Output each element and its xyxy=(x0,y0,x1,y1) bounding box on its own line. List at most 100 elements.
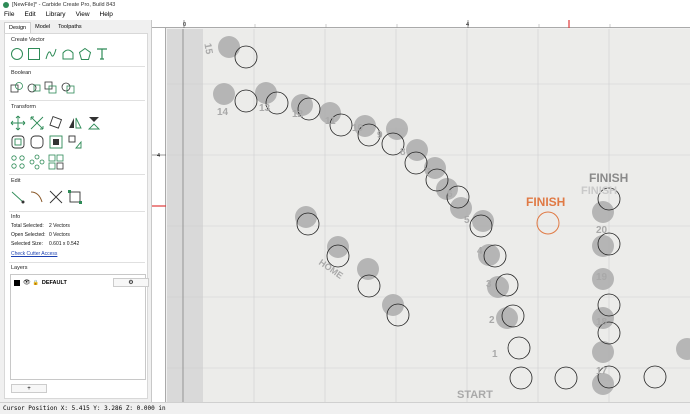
canvas-drawing: 15 14 13 12 11 10 9 8 7 6 5 4 3 2 1 20 1… xyxy=(167,29,690,402)
menu-help[interactable]: Help xyxy=(100,11,113,18)
circle-tool-icon[interactable] xyxy=(10,47,24,61)
curve-tool-icon[interactable] xyxy=(61,47,75,61)
track-number-9: 9 xyxy=(377,130,383,141)
scale-tool-icon[interactable] xyxy=(29,115,45,131)
track-number-13: 13 xyxy=(259,103,271,114)
track-number-2: 2 xyxy=(489,315,495,326)
track-number-7: 7 xyxy=(425,167,431,178)
join-tool-icon[interactable] xyxy=(67,189,83,205)
track-number-18: 18 xyxy=(596,317,608,328)
menu-bar: File Edit Library View Help xyxy=(0,9,690,20)
status-bar: Cursor Position X: 5.415 Y: 3.286 Z: 0.0… xyxy=(0,402,690,414)
transform-tools-row1 xyxy=(10,115,105,131)
smooth-tool-icon[interactable] xyxy=(29,189,45,205)
layer-settings-button[interactable]: ⚙ xyxy=(113,278,149,287)
layer-color-swatch[interactable] xyxy=(14,279,20,286)
finish-label-shadow: FINISH xyxy=(581,185,617,197)
design-canvas[interactable]: 15 14 13 12 11 10 9 8 7 6 5 4 3 2 1 20 1… xyxy=(167,29,690,402)
track-number-5: 5 xyxy=(464,215,470,226)
mirror-v-tool-icon[interactable] xyxy=(86,115,102,131)
total-selected-label: Total Selected: xyxy=(11,223,44,229)
menu-library[interactable]: Library xyxy=(46,11,66,18)
track-number-4: 4 xyxy=(477,246,483,257)
title-bar: [NewFile]* - Carbide Create Pro, Build 8… xyxy=(0,0,690,9)
boolean-tools xyxy=(10,81,78,95)
lock-icon[interactable]: 🔒 xyxy=(33,280,39,286)
offset-tool-icon[interactable] xyxy=(10,134,26,150)
trim-tool-icon[interactable] xyxy=(67,134,83,150)
track-number-11: 11 xyxy=(325,116,336,127)
create-vector-tools xyxy=(10,47,112,61)
text-tool-icon[interactable] xyxy=(95,47,109,61)
finish-label-engraved: FINISH xyxy=(589,171,628,185)
edit-tools xyxy=(10,189,86,205)
node-edit-tool-icon[interactable] xyxy=(10,189,26,205)
tab-toolpaths[interactable]: Toolpaths xyxy=(54,22,86,33)
track-number-12: 12 xyxy=(292,109,304,120)
track-number-3: 3 xyxy=(486,279,492,290)
ruler-left-label-4: 4 xyxy=(157,153,160,159)
layer-row-default[interactable]: 👁 🔒 DEFAULT ⚙ xyxy=(14,278,149,287)
array-tool-icon[interactable] xyxy=(10,154,26,170)
weld-tool-icon[interactable] xyxy=(61,81,75,95)
gear-icon: ⚙ xyxy=(128,280,134,286)
section-transform: Transform xyxy=(11,104,36,110)
section-layers: Layers xyxy=(11,265,28,271)
rotate-tool-icon[interactable] xyxy=(48,115,64,131)
cursor-position: Cursor Position X: 5.415 Y: 3.286 Z: 0.0… xyxy=(3,405,166,412)
track-number-1: 1 xyxy=(492,349,498,360)
finish-label-vector[interactable]: FINISH xyxy=(526,195,565,209)
menu-view[interactable]: View xyxy=(76,11,90,18)
track-number-20: 20 xyxy=(596,225,608,236)
total-selected-value: 2 Vectors xyxy=(49,223,70,229)
divider xyxy=(9,211,145,212)
left-panel: Design Model Toolpaths Create Vector Boo… xyxy=(0,20,152,402)
open-selected-label: Open Selected: xyxy=(11,232,46,238)
layer-name: DEFAULT xyxy=(41,279,67,286)
mirror-h-tool-icon[interactable] xyxy=(67,115,83,131)
align-tool-icon[interactable] xyxy=(48,134,64,150)
polyline-tool-icon[interactable] xyxy=(44,47,58,61)
intersect-tool-icon[interactable] xyxy=(44,81,58,95)
selected-size-label: Selected Size: xyxy=(11,241,43,247)
selected-size-value: 0.601 x 0.542 xyxy=(49,241,80,247)
tab-model[interactable]: Model xyxy=(31,22,54,33)
rectangle-tool-icon[interactable] xyxy=(27,47,41,61)
add-layer-button[interactable]: + xyxy=(11,384,47,393)
transform-tools-row3 xyxy=(10,154,67,170)
ruler-left-ticks: 4 xyxy=(152,153,166,207)
section-info: Info xyxy=(11,214,21,220)
subtract-tool-icon[interactable] xyxy=(27,81,41,95)
track-number-17: 17 xyxy=(596,366,608,377)
check-cutter-access-link[interactable]: Check Cutter Access xyxy=(11,251,57,257)
track-number-8: 8 xyxy=(400,147,406,158)
circular-array-tool-icon[interactable] xyxy=(29,154,45,170)
ruler-top-ticks: 0 4 xyxy=(183,20,611,28)
open-selected-value: 0 Vectors xyxy=(49,232,70,238)
design-panel: Create Vector Boolean Transform Edit Inf… xyxy=(4,33,149,399)
transform-tools-row2 xyxy=(10,134,86,150)
track-number-14: 14 xyxy=(217,107,229,118)
union-tool-icon[interactable] xyxy=(10,81,24,95)
tab-design[interactable]: Design xyxy=(4,22,32,33)
cut-tool-icon[interactable] xyxy=(48,189,64,205)
menu-file[interactable]: File xyxy=(4,11,14,18)
nest-tool-icon[interactable] xyxy=(48,154,64,170)
eye-icon[interactable]: 👁 xyxy=(23,279,31,286)
polygon-tool-icon[interactable] xyxy=(78,47,92,61)
divider xyxy=(9,174,145,175)
track-number-19: 19 xyxy=(596,272,608,283)
ruler-top: 0 4 xyxy=(152,20,690,28)
menu-edit[interactable]: Edit xyxy=(24,11,35,18)
fillet-tool-icon[interactable] xyxy=(29,134,45,150)
move-tool-icon[interactable] xyxy=(10,115,26,131)
divider xyxy=(9,66,145,67)
section-boolean: Boolean xyxy=(11,70,32,76)
track-number-10: 10 xyxy=(352,123,364,134)
ruler-label-0: 0 xyxy=(183,22,186,28)
divider xyxy=(9,262,145,263)
tab-bar: Design Model Toolpaths xyxy=(0,22,151,33)
window-title: [NewFile]* - Carbide Create Pro, Build 8… xyxy=(12,1,116,8)
layers-list: 👁 🔒 DEFAULT ⚙ xyxy=(10,274,149,380)
start-label: START xyxy=(457,389,493,401)
